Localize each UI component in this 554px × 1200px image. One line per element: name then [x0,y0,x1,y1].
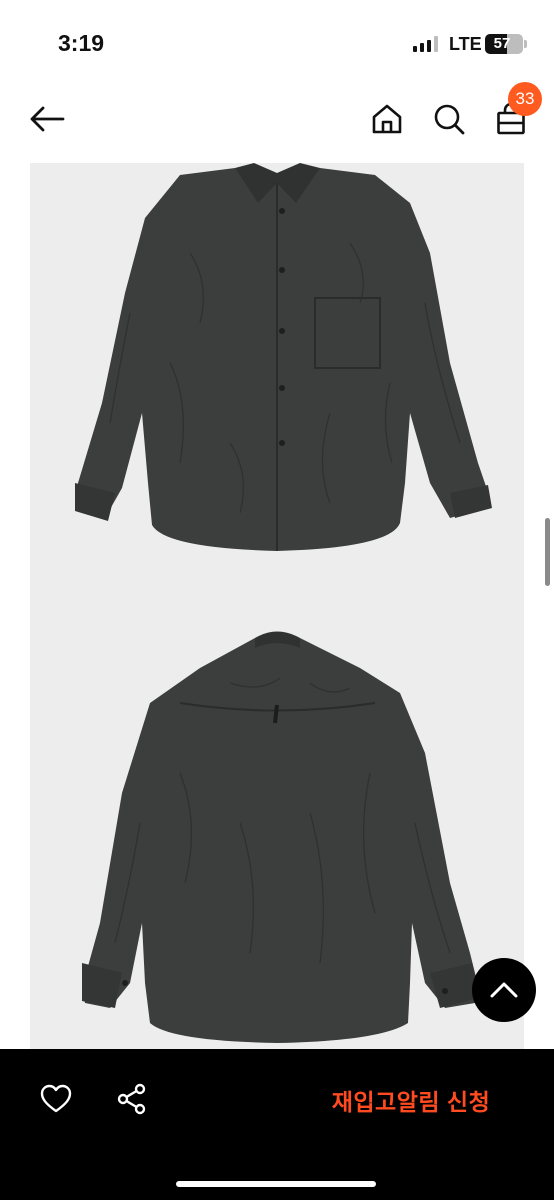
home-button[interactable] [366,98,408,140]
search-button[interactable] [428,98,470,140]
back-button[interactable] [26,98,68,140]
header [0,88,554,150]
status-bar: 3:19 LTE 57 [0,0,554,88]
heart-icon [40,1084,72,1113]
scroll-to-top-button[interactable] [472,958,536,1022]
home-indicator [176,1181,376,1187]
battery-nub [524,40,527,48]
home-icon [372,104,402,134]
like-button[interactable] [38,1081,74,1117]
battery-icon: 57 [485,34,523,54]
shirt-front-image [75,163,492,551]
cart-count-badge: 33 [508,82,542,116]
battery-level: 57 [493,35,511,52]
product-image-gallery[interactable] [30,163,524,1050]
shirt-back-image [82,631,480,1043]
share-icon [117,1083,146,1115]
status-time: 3:19 [58,30,105,56]
signal-strength-icon [413,36,438,52]
chevron-up-icon [490,982,518,998]
scrollbar[interactable] [545,518,550,586]
back-arrow-icon [30,106,65,132]
share-button[interactable] [114,1081,150,1117]
bottom-action-bar: 재입고알림 신청 [0,1049,554,1200]
search-icon [434,104,465,135]
network-type: LTE [449,34,482,54]
restock-alert-button[interactable]: 재입고알림 신청 [300,1079,522,1121]
